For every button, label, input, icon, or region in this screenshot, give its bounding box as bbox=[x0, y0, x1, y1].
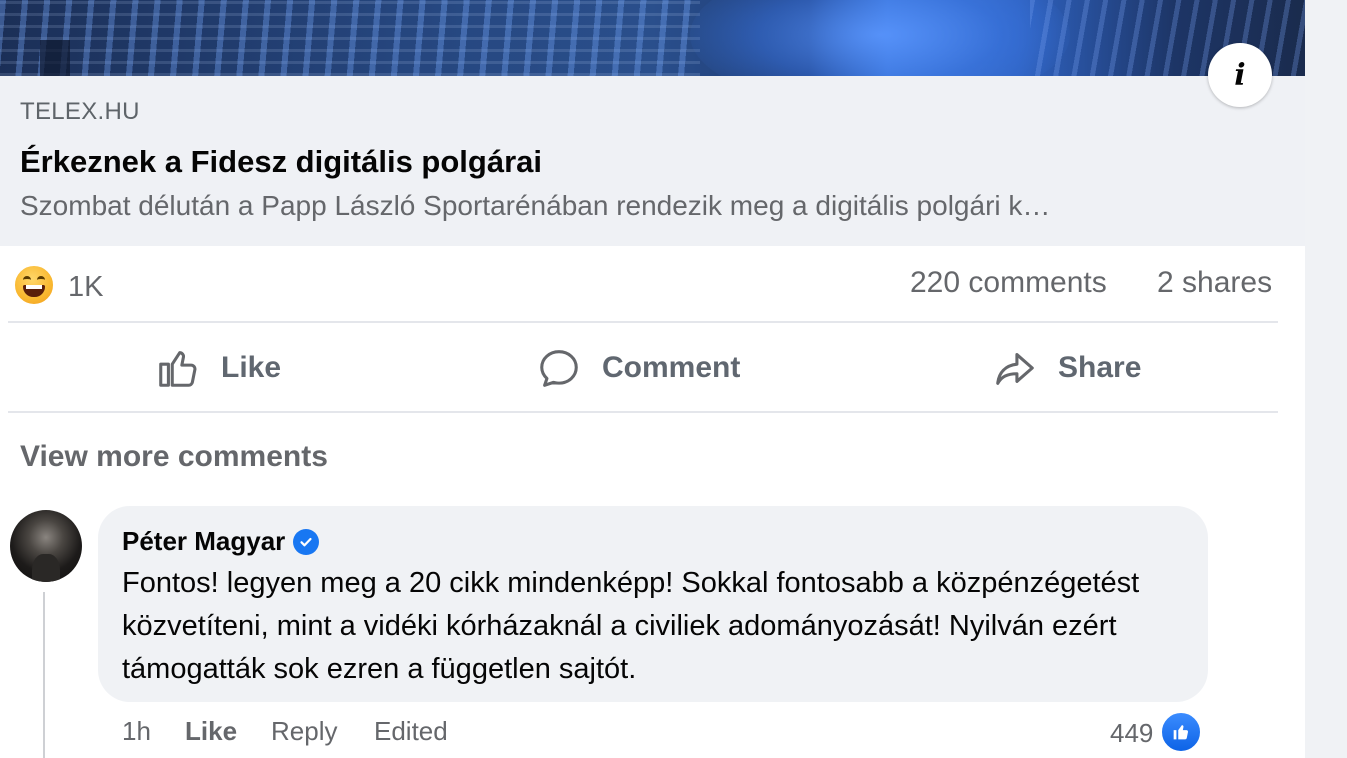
arena-seats-image bbox=[0, 0, 700, 76]
avatar[interactable] bbox=[10, 510, 82, 582]
link-domain: TELEX.HU bbox=[20, 98, 140, 125]
like-button[interactable]: Like bbox=[155, 340, 281, 396]
reaction-count[interactable]: 1K bbox=[68, 271, 103, 304]
link-preview-image[interactable] bbox=[0, 0, 1305, 76]
verified-badge-icon bbox=[293, 528, 320, 555]
arena-shadow bbox=[40, 40, 70, 76]
thread-line bbox=[43, 592, 45, 758]
post-card: i TELEX.HU Érkeznek a Fidesz digitális p… bbox=[0, 0, 1305, 758]
thumbs-up-icon bbox=[159, 351, 197, 387]
share-arrow-icon bbox=[996, 353, 1034, 385]
link-description: Szombat délután a Papp László Sportaréná… bbox=[20, 190, 1051, 221]
share-label: Share bbox=[1058, 351, 1142, 384]
comment-button[interactable]: Comment bbox=[536, 340, 740, 396]
like-label: Like bbox=[221, 351, 282, 384]
view-more-comments-link[interactable]: View more comments bbox=[20, 440, 328, 474]
comment-like-button[interactable]: Like bbox=[185, 716, 237, 747]
comment-author[interactable]: Péter Magyar bbox=[122, 526, 320, 557]
comment-author-name[interactable]: Péter Magyar bbox=[122, 526, 285, 557]
haha-emoji-icon[interactable] bbox=[13, 264, 55, 306]
actions-divider bbox=[8, 411, 1278, 413]
shares-count[interactable]: 2 shares bbox=[1157, 266, 1272, 300]
stats-divider bbox=[8, 321, 1278, 323]
comment-bubble-icon bbox=[540, 350, 578, 387]
like-reaction-icon[interactable] bbox=[1160, 711, 1202, 753]
arena-light-glow bbox=[690, 0, 1070, 76]
comment-like-count[interactable]: 449 bbox=[1110, 718, 1153, 749]
comment-label: Comment bbox=[602, 351, 741, 384]
link-preview[interactable]: TELEX.HU Érkeznek a Fidesz digitális pol… bbox=[0, 76, 1305, 246]
comment-bubble: Péter Magyar Fontos! legyen meg a 20 cik… bbox=[98, 506, 1208, 702]
comment-reply-button[interactable]: Reply bbox=[271, 716, 337, 747]
info-icon[interactable]: i bbox=[1208, 43, 1272, 107]
comment-text: Fontos! legyen meg a 20 cikk mindenképp!… bbox=[122, 567, 1140, 685]
comment-time[interactable]: 1h bbox=[122, 716, 151, 747]
share-button[interactable]: Share bbox=[992, 340, 1141, 396]
comment-edited-label[interactable]: Edited bbox=[374, 716, 448, 747]
comments-count[interactable]: 220 comments bbox=[910, 266, 1107, 300]
page-background bbox=[1305, 0, 1347, 758]
link-title[interactable]: Érkeznek a Fidesz digitális polgárai bbox=[20, 144, 542, 180]
